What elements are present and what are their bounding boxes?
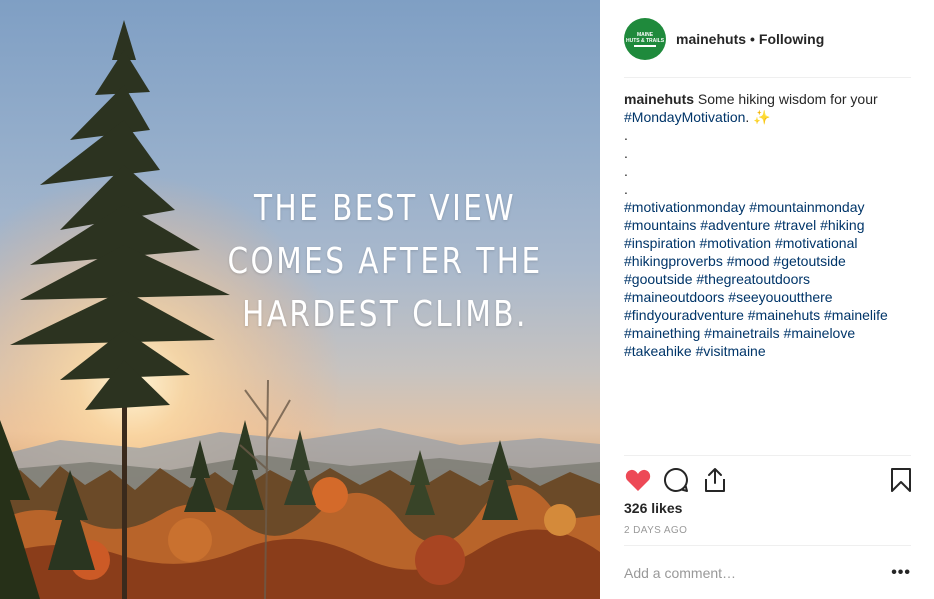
caption-dot: . (624, 163, 628, 179)
caption-period: . (745, 109, 750, 125)
like-button[interactable] (624, 466, 652, 494)
hashtag-line[interactable]: #findyouradventure #mainehuts #mainelife (624, 306, 911, 324)
hashtag-line[interactable]: #inspiration #motivation #motivational (624, 234, 911, 252)
caption-text: Some hiking wisdom for your (697, 91, 878, 107)
more-options-button[interactable]: ••• (891, 564, 911, 582)
header-text: mainehuts • Following (676, 31, 824, 47)
comment-divider (624, 545, 911, 546)
share-icon (705, 468, 725, 492)
save-button[interactable] (887, 466, 915, 494)
post-image[interactable]: THE BEST VIEW COMES AFTER THE HARDEST CL… (0, 0, 600, 599)
share-button[interactable] (701, 466, 729, 494)
hashtag-line[interactable]: #maineoutdoors #seeyououtthere (624, 288, 911, 306)
bookmark-icon (891, 468, 911, 492)
caption-dot: . (624, 181, 628, 197)
hashtag-line[interactable]: #mountains #adventure #travel #hiking (624, 216, 911, 234)
hashtag-line[interactable]: #takeahike #visitmaine (624, 342, 911, 360)
quote-line-1: THE BEST VIEW (253, 188, 517, 229)
hashtag-line[interactable]: #hikingproverbs #mood #getoutside (624, 252, 911, 270)
heart-icon (625, 469, 651, 491)
post-timestamp[interactable]: 2 DAYS AGO (624, 525, 687, 536)
quote-line-3: HARDEST CLIMB. (242, 294, 528, 335)
caption-username[interactable]: mainehuts (624, 91, 694, 107)
actions-divider (624, 455, 911, 456)
image-quote-text: THE BEST VIEW COMES AFTER THE HARDEST CL… (180, 182, 590, 341)
caption-main-hashtag[interactable]: #MondayMotivation (624, 109, 745, 125)
hashtag-line[interactable]: #motivationmonday #mountainmonday (624, 198, 911, 216)
action-bar (624, 466, 914, 494)
post-sidebar: MAINE HUTS & TRAILS mainehuts • Following … (600, 0, 934, 599)
comment-button[interactable] (662, 466, 690, 494)
post-header: MAINE HUTS & TRAILS mainehuts • Following (624, 18, 911, 60)
hashtag-line[interactable]: #gooutside #thegreatoutdoors (624, 270, 911, 288)
comment-form: ••• (624, 561, 911, 585)
avatar-text-huts: HUTS & TRAILS (625, 37, 665, 44)
header-separator: • (750, 31, 755, 47)
follow-status-button[interactable]: Following (759, 31, 824, 47)
header-username[interactable]: mainehuts (676, 31, 746, 47)
hashtag-line[interactable]: #mainething #mainetrails #mainelove (624, 324, 911, 342)
comment-bubble-icon (664, 467, 688, 492)
avatar-trail-mark (634, 44, 656, 47)
caption-dot: . (624, 127, 628, 143)
likes-count[interactable]: 326 likes (624, 500, 682, 516)
instagram-post: THE BEST VIEW COMES AFTER THE HARDEST CL… (0, 0, 934, 599)
sparkles-icon: ✨ (753, 109, 771, 125)
header-divider (624, 77, 911, 78)
quote-line-2: COMES AFTER THE (227, 241, 543, 282)
caption-dot: . (624, 145, 628, 161)
avatar[interactable]: MAINE HUTS & TRAILS (624, 18, 666, 60)
post-caption: mainehuts Some hiking wisdom for your #M… (624, 90, 911, 360)
add-comment-input[interactable] (624, 565, 864, 581)
